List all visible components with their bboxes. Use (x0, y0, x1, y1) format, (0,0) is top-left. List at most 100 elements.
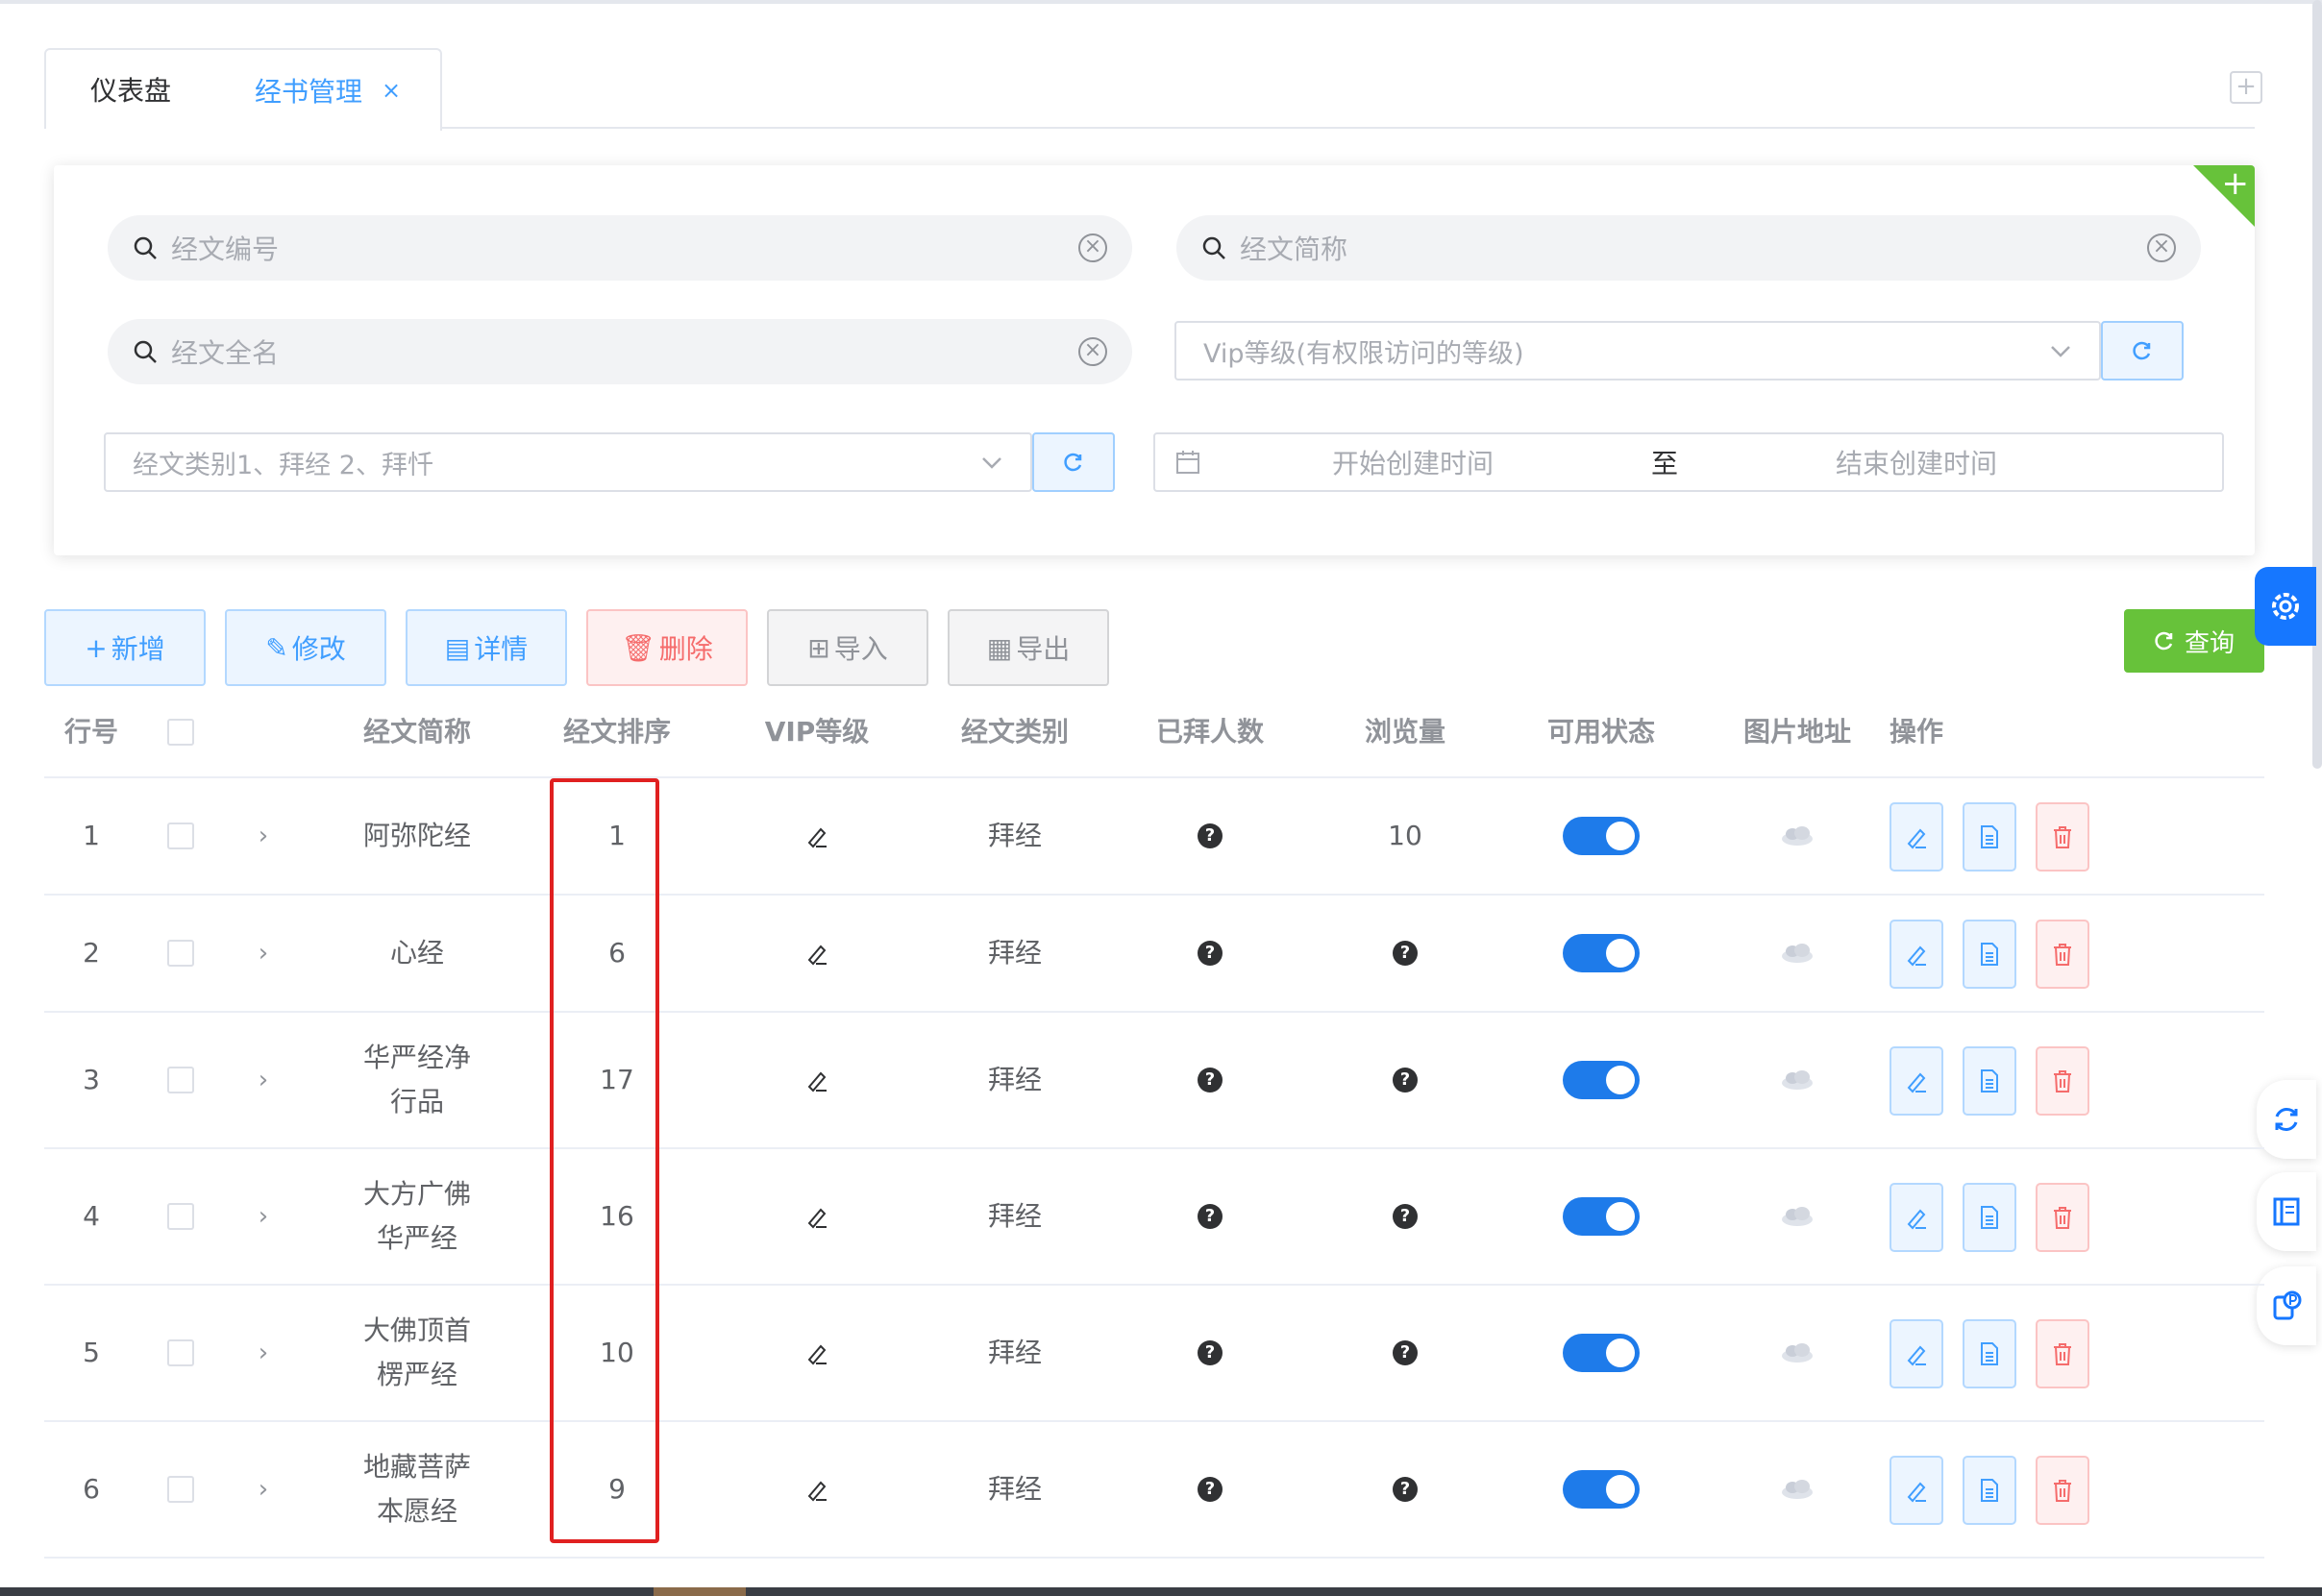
row-detail-button[interactable] (1963, 920, 2016, 989)
row-checkbox[interactable] (167, 1339, 194, 1366)
status-toggle[interactable] (1563, 817, 1640, 855)
sync-button[interactable] (2257, 1080, 2316, 1159)
vertical-scrollbar[interactable] (2312, 0, 2322, 769)
row-delete-button[interactable] (2036, 1319, 2089, 1388)
row-checkbox[interactable] (167, 1476, 194, 1503)
expand-icon[interactable]: › (223, 896, 304, 1011)
row-delete-button[interactable] (2036, 1456, 2089, 1525)
delete-button[interactable]: 🗑 删除 (586, 609, 748, 686)
row-edit-button[interactable] (1890, 1046, 1943, 1116)
row-delete-button[interactable] (2036, 1046, 2089, 1116)
short-name-search-input[interactable]: 经文简称 × (1176, 215, 2201, 281)
import-button[interactable]: ⊞ 导入 (767, 609, 928, 686)
short-name-cell: 阿弥陀经 (362, 820, 471, 851)
clear-icon[interactable]: × (1078, 233, 1107, 262)
settings-button[interactable] (2255, 567, 2316, 646)
code-search-placeholder: 经文编号 (171, 233, 280, 265)
parking-button[interactable] (2257, 1266, 2316, 1345)
vip-edit-icon-cell[interactable] (704, 1286, 930, 1420)
expand-icon[interactable]: › (223, 1286, 304, 1420)
detail-button[interactable]: ▤ 详情 (406, 609, 567, 686)
expand-icon[interactable]: › (223, 1013, 304, 1147)
status-toggle[interactable] (1563, 1197, 1640, 1236)
image-placeholder-icon (1782, 826, 1813, 846)
row-edit-button[interactable] (1890, 1456, 1943, 1525)
expand-icon[interactable]: › (223, 778, 304, 894)
pencil-icon (1907, 1482, 1926, 1503)
clear-icon[interactable]: × (2147, 233, 2176, 262)
status-toggle[interactable] (1563, 934, 1640, 972)
row-detail-button[interactable] (1963, 1046, 2016, 1116)
row-detail-button[interactable] (1963, 1456, 2016, 1525)
row-delete-button[interactable] (2036, 1183, 2089, 1252)
image-placeholder-icon (1782, 1480, 1813, 1499)
close-icon[interactable]: × (382, 77, 401, 104)
clear-icon[interactable]: × (1078, 337, 1107, 366)
row-checkbox[interactable] (167, 823, 194, 849)
export-button[interactable]: ▦ 导出 (948, 609, 1109, 686)
select-all-checkbox[interactable] (138, 701, 223, 763)
book-button[interactable] (2257, 1172, 2316, 1251)
vip-refresh-button[interactable] (2101, 321, 2184, 381)
trash-icon (2054, 1480, 2071, 1502)
header-vip-level: VIP等级 (764, 716, 870, 748)
gear-icon (2272, 593, 2299, 620)
row-edit-button[interactable] (1890, 1319, 1943, 1388)
edit-button[interactable]: ✎ 修改 (225, 609, 386, 686)
status-toggle[interactable] (1563, 1334, 1640, 1372)
category-refresh-button[interactable] (1032, 432, 1115, 492)
table-row[interactable]: 6 › 地藏菩萨本愿经 9 拜经 ? ? (44, 1422, 2264, 1559)
delete-label: 删除 (658, 633, 713, 665)
document-icon (1981, 1069, 1998, 1093)
row-delete-button[interactable] (2036, 920, 2089, 989)
add-button[interactable]: + 新增 (44, 609, 206, 686)
row-checkbox[interactable] (167, 1067, 194, 1093)
row-delete-button[interactable] (2036, 802, 2089, 872)
row-detail-button[interactable] (1963, 1319, 2016, 1388)
table-row[interactable]: 5 › 大佛顶首楞严经 10 拜经 ? ? (44, 1286, 2264, 1422)
code-search-input[interactable]: 经文编号 × (108, 215, 1132, 281)
plus-icon[interactable]: + (2222, 167, 2250, 200)
row-edit-button[interactable] (1890, 802, 1943, 872)
tab-scripture-management[interactable]: 经书管理 × (215, 48, 442, 131)
created-date-range-picker[interactable]: 开始创建时间 至 结束创建时间 (1153, 432, 2224, 492)
full-name-search-input[interactable]: 经文全名 × (108, 319, 1132, 384)
query-button[interactable]: 查询 (2124, 609, 2264, 673)
add-label: 新增 (111, 633, 165, 665)
trash-icon: 🗑 (621, 631, 655, 664)
table-row[interactable]: 1 › 阿弥陀经 1 拜经 ? 10 (44, 778, 2264, 896)
book-icon (2273, 1197, 2300, 1226)
row-edit-button[interactable] (1890, 1183, 1943, 1252)
top-border (0, 0, 2322, 4)
vip-edit-icon-cell[interactable] (704, 1149, 930, 1284)
row-detail-button[interactable] (1963, 1183, 2016, 1252)
vip-edit-icon-cell[interactable] (704, 1422, 930, 1557)
table-row[interactable]: 2 › 心经 6 拜经 ? ? (44, 896, 2264, 1013)
table-row[interactable]: 4 › 大方广佛华严经 16 拜经 ? ? (44, 1149, 2264, 1286)
header-row-no: 行号 (63, 716, 118, 748)
search-icon (1202, 236, 1225, 259)
bottom-taskbar (0, 1587, 2322, 1596)
row-checkbox[interactable] (167, 1203, 194, 1230)
category-select[interactable]: 经文类别1、拜经 2、拜忏 (104, 432, 1032, 492)
expand-icon[interactable]: › (223, 1422, 304, 1557)
add-tab-button[interactable]: + (2230, 71, 2262, 104)
question-icon: ? (1393, 1477, 1418, 1502)
vip-level-select[interactable]: Vip等级(有权限访问的等级) (1174, 321, 2101, 381)
table-row[interactable]: 3 › 华严经净行品 17 拜经 ? ? (44, 1013, 2264, 1149)
vip-edit-icon-cell[interactable] (704, 896, 930, 1011)
views-value: 10 (1388, 820, 1422, 851)
vip-edit-icon-cell[interactable] (704, 1013, 930, 1147)
status-toggle[interactable] (1563, 1061, 1640, 1099)
calendar-icon (1176, 451, 1199, 474)
document-icon (1981, 825, 1998, 848)
row-detail-button[interactable] (1963, 802, 2016, 872)
row-edit-button[interactable] (1890, 920, 1943, 989)
tab-dashboard[interactable]: 仪表盘 (44, 48, 217, 129)
status-toggle[interactable] (1563, 1470, 1640, 1509)
expand-icon[interactable]: › (223, 1149, 304, 1284)
vip-edit-icon-cell[interactable] (704, 778, 930, 894)
category-cell: 拜经 (987, 1064, 1042, 1095)
row-checkbox[interactable] (167, 940, 194, 967)
search-icon (134, 236, 157, 259)
